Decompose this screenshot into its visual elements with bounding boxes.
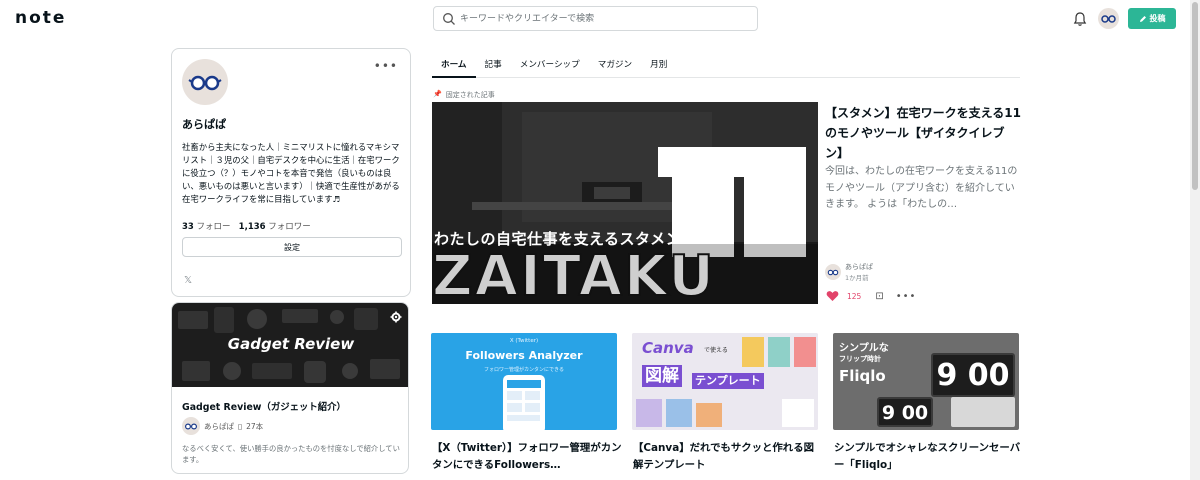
featured-article-image[interactable]: わたしの自宅仕事を支えるスタメン ZAITAKU xyxy=(432,102,818,304)
featured-author: あらぱぱ 1か月前 xyxy=(825,262,873,282)
featured-article-title[interactable]: 【スタメン】在宅ワークを支える11のモノやツール【ザイタクイレブン】 xyxy=(825,103,1021,163)
tab-home[interactable]: ホーム xyxy=(432,52,476,78)
magazine-banner: Gadget Review xyxy=(172,303,408,387)
pin-icon: 📌 xyxy=(433,90,442,98)
x-logo-icon[interactable]: 𝕏 xyxy=(184,275,192,286)
monitor-mockup xyxy=(951,397,1015,427)
card2-small-label: で使える xyxy=(704,347,728,354)
magazine-title[interactable]: Gadget Review（ガジェット紹介） xyxy=(182,399,346,413)
featured-article-excerpt: 今回は、わたしの在宅ワークを支える11のモノやツール（アプリ含む）を紹介していき… xyxy=(825,166,1018,210)
magazine-card[interactable]: Gadget Review Gadget Review（ガジェット紹介） あらぱ… xyxy=(171,302,409,474)
pinned-text: 固定された記事 xyxy=(445,91,495,99)
magazine-author[interactable]: あらぱぱ xyxy=(204,421,234,432)
search-icon xyxy=(443,13,455,25)
tab-monthly[interactable]: 月別 xyxy=(641,52,676,78)
flip-clock-bottom-text: 9 00 xyxy=(881,402,929,424)
top-header: note 投稿 xyxy=(0,0,1200,38)
follower-count[interactable]: 1,136 xyxy=(239,222,266,232)
user-avatar[interactable] xyxy=(1098,8,1119,29)
card2-image-sub: テンプレート xyxy=(692,373,764,389)
post-button-label: 投稿 xyxy=(1149,14,1166,23)
tab-articles[interactable]: 記事 xyxy=(476,52,511,78)
flip-clock-top: 9 00 xyxy=(931,353,1015,397)
card3-image-title: Fliqlo xyxy=(839,367,886,385)
follow-count[interactable]: 33 xyxy=(182,222,194,232)
featured-author-name[interactable]: あらぱぱ xyxy=(845,262,873,272)
featured-author-avatar[interactable] xyxy=(825,264,841,280)
note-logo[interactable]: note xyxy=(15,8,66,28)
pencil-icon xyxy=(1139,15,1146,22)
profile-name[interactable]: あらぱぱ xyxy=(182,116,226,132)
featured-post-time: 1か月前 xyxy=(845,274,869,282)
magazine-description: なるべく安くて、使い勝手の良かったものを忖度なしで紹介しています。 xyxy=(182,444,400,464)
search-input[interactable] xyxy=(460,10,750,27)
article-card-image-2[interactable]: Canva で使える 図解 テンプレート xyxy=(632,333,818,430)
post-button[interactable]: 投稿 xyxy=(1128,8,1176,29)
heart-icon[interactable] xyxy=(826,290,839,302)
tab-membership[interactable]: メンバーシップ xyxy=(511,52,589,78)
flip-clock-bottom: 9 00 xyxy=(877,397,933,427)
article-card-image-1[interactable]: X (Twitter) Followers Analyzer フォロワー管理がカ… xyxy=(431,333,617,430)
article-card-title-2[interactable]: 【Canva】だれでもサクッと作れる図解テンプレート xyxy=(633,440,823,474)
magazine-author-avatar[interactable] xyxy=(182,417,200,435)
article-card-title-3[interactable]: シンプルでオシャレなスクリーンセーバー「Fliqlo」 xyxy=(834,440,1024,474)
profile-card: ••• あらぱぱ 社畜から主夫になった人｜ミニマリストに憧れるマキシマリスト｜３… xyxy=(171,48,411,297)
phone-mockup xyxy=(503,375,545,430)
more-icon[interactable]: ••• xyxy=(896,291,917,302)
profile-tabs: ホーム 記事 メンバーシップ マガジン 月別 xyxy=(432,52,1020,78)
gear-icon[interactable] xyxy=(390,311,402,323)
profile-avatar[interactable] xyxy=(182,59,228,105)
more-options-icon[interactable]: ••• xyxy=(374,59,398,73)
settings-button[interactable]: 設定 xyxy=(182,237,402,257)
tab-magazines[interactable]: マガジン xyxy=(589,52,641,78)
like-count[interactable]: 125 xyxy=(847,292,861,301)
search-box[interactable] xyxy=(433,6,758,31)
magazine-article-count: 27本 xyxy=(246,421,264,431)
featured-actions: 125 ⊡ ••• xyxy=(826,290,916,302)
book-icon: ▯ xyxy=(238,421,243,431)
profile-bio: 社畜から主夫になった人｜ミニマリストに憧れるマキシマリスト｜３児の父｜自宅デスク… xyxy=(182,142,400,204)
flip-clock-top-text: 9 00 xyxy=(936,358,1010,393)
follower-label[interactable]: フォロワー xyxy=(268,222,311,232)
article-card-image-3[interactable]: シンプルな フリップ時計 Fliqlo 9 00 9 00 xyxy=(833,333,1019,430)
pinned-label: 📌 固定された記事 xyxy=(433,90,495,100)
card2-brand: Canva xyxy=(642,339,694,357)
card3-line2: フリップ時計 xyxy=(839,355,881,363)
notification-bell-icon[interactable] xyxy=(1073,11,1087,27)
magazine-meta: あらぱぱ ▯ 27本 xyxy=(182,417,263,435)
article-card-title-1[interactable]: 【X（Twitter）】フォロワー管理がカンタンにできるFollowers… xyxy=(432,440,622,474)
card3-line1: シンプルな xyxy=(839,343,889,354)
magazine-add-icon[interactable]: ⊡ xyxy=(875,291,883,302)
page-scrollbar[interactable] xyxy=(1190,0,1200,480)
featured-image-word: ZAITAKU xyxy=(432,244,716,305)
follow-stats: 33 フォロー 1,136 フォロワー xyxy=(182,220,311,232)
card2-image-title: 図解 xyxy=(642,365,682,387)
follow-label[interactable]: フォロー xyxy=(197,222,231,232)
scrollbar-thumb[interactable] xyxy=(1192,2,1198,190)
magazine-banner-title: Gadget Review xyxy=(227,335,355,353)
